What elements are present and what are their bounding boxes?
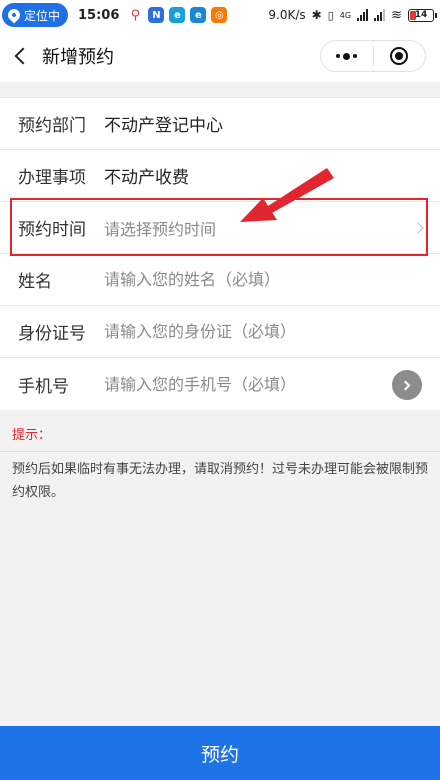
location-pill[interactable]: 定位中 [2, 3, 69, 27]
close-button[interactable] [374, 41, 426, 71]
battery-icon: 14 [408, 8, 437, 22]
name-row: 姓名 [0, 254, 440, 306]
app-e-icon: e [169, 7, 186, 23]
back-button[interactable] [0, 30, 40, 82]
signal-icon [357, 9, 369, 21]
chevron-left-icon [14, 47, 32, 65]
network-type: 4G [339, 10, 352, 20]
id-number-row: 身份证号 [0, 306, 440, 358]
status-time: 15:06 [78, 7, 120, 23]
submit-appointment-button[interactable]: 预约 [0, 726, 440, 780]
status-bar: 定位中 15:06 ⚲ N e e ◎ 9.0K/s ✱ ▯ 4G ≋ 14 [0, 0, 440, 30]
battery-level: 14 [414, 10, 428, 20]
department-row: 预约部门 不动产登记中心 [0, 98, 440, 150]
navigation-bar: 新增预约 [0, 30, 440, 82]
more-dot-icon [343, 52, 351, 60]
service-value: 不动产收费 [104, 168, 189, 188]
name-label: 姓名 [18, 272, 52, 292]
id-number-label: 身份证号 [18, 324, 86, 344]
notification-app-icons: ⚲ N e e ◎ [127, 7, 228, 23]
tips-title: 提示： [12, 428, 52, 443]
maps-pin-icon: ⚲ [127, 7, 144, 23]
wifi-icon: ≋ [391, 7, 402, 23]
vibrate-icon: ▯ [327, 8, 334, 22]
appointment-time-picker[interactable]: 请选择预约时间 [104, 216, 364, 240]
close-ring-icon [390, 47, 409, 65]
tips-divider [0, 451, 440, 452]
location-label: 定位中 [24, 8, 61, 23]
chevron-right-icon [412, 222, 424, 234]
more-dot-icon [353, 54, 358, 58]
service-label: 办理事项 [18, 168, 86, 188]
department-value: 不动产登记中心 [104, 116, 223, 136]
tips-section: 提示： 预约后如果临时有事无法办理，请取消预约！过号未办理可能会被限制预约权限。 [0, 414, 440, 504]
mini-program-capsule [320, 40, 426, 72]
department-label: 预约部门 [18, 116, 86, 136]
id-number-input[interactable] [104, 322, 364, 341]
app-orange-icon: ◎ [211, 7, 228, 23]
name-input[interactable] [104, 270, 364, 289]
chevron-right-icon [400, 380, 411, 390]
phone-input[interactable] [104, 374, 364, 394]
bluetooth-icon: ✱ [311, 8, 322, 22]
tips-text: 预约后如果临时有事无法办理，请取消预约！过号未办理可能会被限制预约权限。 [12, 462, 429, 500]
floating-next-button[interactable] [392, 370, 422, 400]
network-speed: 9.0K/s [268, 8, 306, 22]
page-title: 新增预约 [42, 47, 114, 68]
appointment-time-label: 预约时间 [18, 220, 86, 240]
phone-label: 手机号 [18, 376, 69, 397]
service-row: 办理事项 不动产收费 [0, 150, 440, 202]
phone-row: 手机号 [0, 358, 440, 410]
location-pin-icon [5, 6, 23, 24]
appointment-time-row[interactable]: 预约时间 请选择预约时间 [0, 202, 440, 254]
appointment-form: 预约部门 不动产登记中心 办理事项 不动产收费 预约时间 请选择预约时间 姓名 … [0, 97, 440, 410]
signal-icon-2 [374, 9, 386, 21]
more-button[interactable] [321, 41, 373, 71]
app-n-icon: N [148, 7, 165, 23]
more-dot-icon [336, 54, 341, 58]
app-e-icon: e [190, 7, 207, 23]
